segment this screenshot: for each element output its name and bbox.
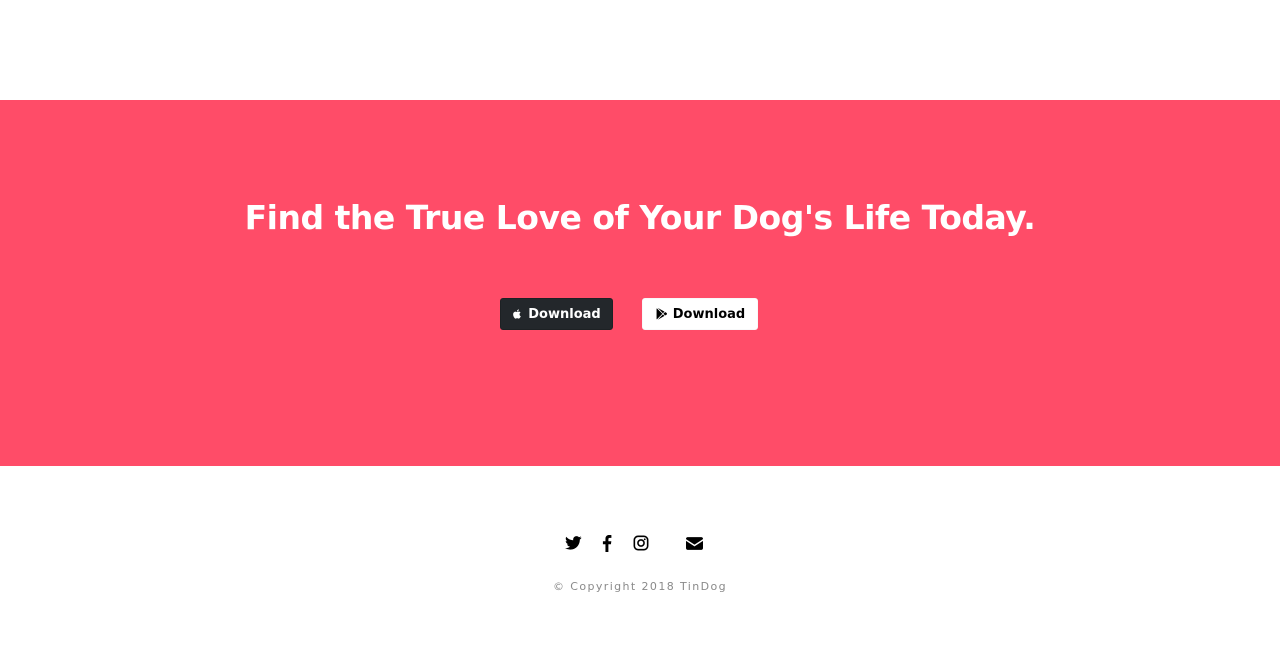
cta-heading: Find the True Love of Your Dog's Life To…: [244, 198, 1036, 237]
google-play-icon: [655, 307, 668, 321]
envelope-icon[interactable]: [684, 533, 704, 553]
google-play-download-button[interactable]: Download: [642, 298, 758, 330]
cta-section: [0, 100, 1280, 466]
facebook-icon[interactable]: [597, 533, 617, 553]
apple-download-label: Download: [528, 306, 601, 322]
social-icons: [0, 533, 1280, 553]
apple-download-button[interactable]: Download: [500, 298, 613, 330]
instagram-icon[interactable]: [631, 533, 651, 553]
twitter-icon[interactable]: [563, 533, 583, 553]
copyright-text: © Copyright 2018 TinDog: [552, 580, 728, 593]
apple-icon: [512, 308, 523, 320]
google-play-download-label: Download: [672, 306, 746, 322]
